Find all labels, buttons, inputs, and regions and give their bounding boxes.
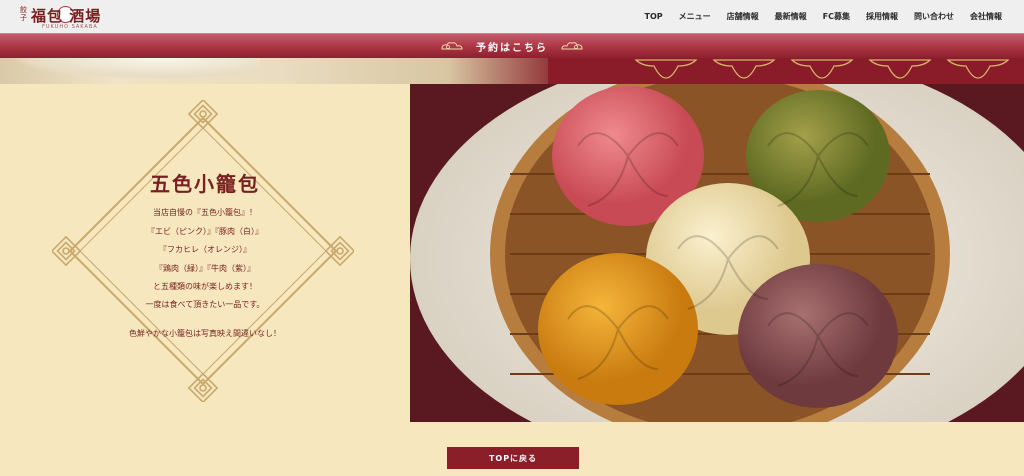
back-to-top-button[interactable]: TOPに戻る <box>447 447 579 469</box>
feature-title: 五色小籠包 <box>150 172 260 196</box>
dumpling-steamer-image <box>410 84 1024 422</box>
feature-line: 『鶏肉（緑）』『牛肉（紫）』 <box>155 264 255 273</box>
nav-company[interactable]: 会社情報 <box>970 11 1002 22</box>
nav-recruit[interactable]: 採用情報 <box>866 11 898 22</box>
logo-sub-text: FUKUHO SAKABA <box>42 24 98 30</box>
feature-line: 『エビ（ピンク）』『豚肉（白）』 <box>147 227 263 236</box>
dumpling-photo <box>410 84 1024 422</box>
nav-menu[interactable]: メニュー <box>679 11 711 22</box>
logo-main-text: 福包 酒場 <box>31 7 102 25</box>
nav-news[interactable]: 最新情報 <box>775 11 807 22</box>
pattern-ornament-icon <box>548 58 1024 84</box>
strip-plate-highlight <box>10 58 260 80</box>
decorative-strip <box>0 58 1024 84</box>
strip-photo-crop <box>0 58 560 84</box>
reservation-banner: 予約はこちら <box>0 33 1024 59</box>
reservation-label: 予約はこちら <box>476 42 548 54</box>
feature-line: 『フカヒレ（オレンジ）』 <box>159 245 251 254</box>
feature-line: 一度は食べて頂きたい一品です。 <box>145 300 265 309</box>
nav-contact[interactable]: 問い合わせ <box>914 11 954 22</box>
reservation-link[interactable]: 予約はこちら <box>440 34 584 58</box>
site-header: 餃子 福包 酒場 FUKUHO SAKABA TOP メニュー 店舗情報 最新情… <box>0 0 1024 33</box>
feature-line: 当店自慢の『五色小籠包』！ <box>153 208 257 217</box>
nav-top[interactable]: TOP <box>645 12 663 21</box>
feature-line: と五種類の味が楽しめます！ <box>153 282 257 291</box>
feature-line: 色鮮やかな小籠包は写真映え間違いなし！ <box>129 329 281 338</box>
main-nav: TOP メニュー 店舗情報 最新情報 FC募集 採用情報 問い合わせ 会社情報 <box>629 0 1002 33</box>
logo-side-text: 餃子 <box>20 6 27 22</box>
nav-franchise[interactable]: FC募集 <box>823 11 850 22</box>
nav-store-info[interactable]: 店舗情報 <box>727 11 759 22</box>
cloud-ornament-left-icon <box>441 42 463 50</box>
site-logo[interactable]: 餃子 福包 酒場 FUKUHO SAKABA <box>20 3 110 31</box>
cloud-ornament-right-icon <box>561 42 583 50</box>
